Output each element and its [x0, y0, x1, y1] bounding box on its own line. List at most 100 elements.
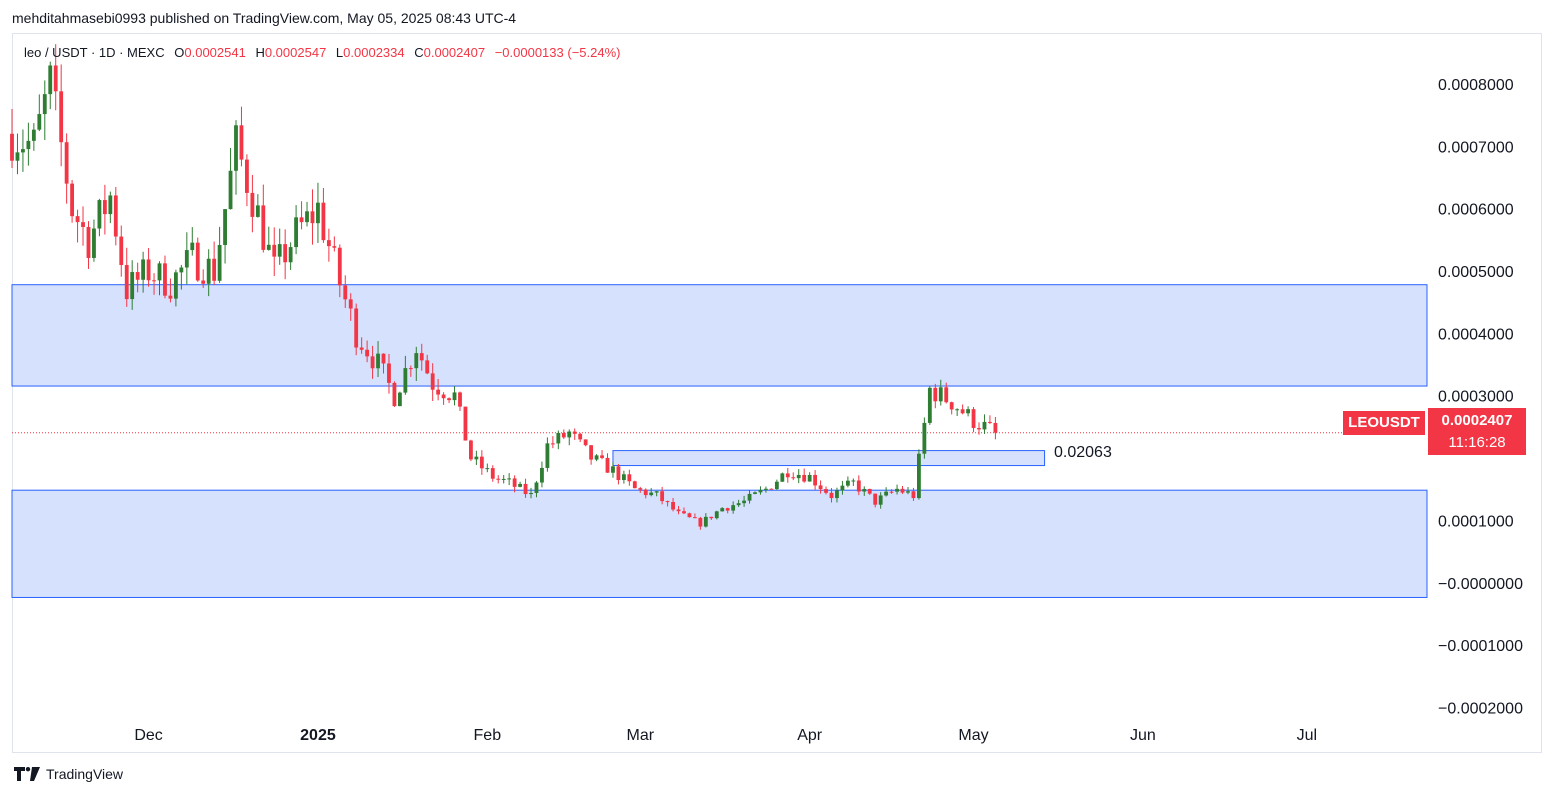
candle-body — [906, 491, 910, 493]
candle-body — [201, 280, 206, 284]
candle-body — [927, 387, 932, 423]
candle-body — [92, 228, 96, 258]
candle-body — [501, 478, 506, 480]
candle-body — [671, 501, 675, 510]
candle-body — [988, 421, 992, 423]
candle-body — [922, 422, 927, 454]
candle-body — [408, 368, 413, 370]
candle-body — [758, 489, 763, 493]
candle-body — [430, 373, 435, 390]
candle-body — [425, 360, 430, 374]
candle-body — [769, 488, 774, 490]
footer-brand[interactable]: TradingView — [14, 766, 123, 782]
candle-body — [780, 473, 785, 482]
candle-body — [387, 363, 391, 383]
candle-body — [168, 295, 173, 299]
candle-body — [53, 65, 58, 92]
candle-body — [605, 457, 610, 473]
candle-body — [436, 389, 441, 395]
y-tick-label: −0.0000000 — [1438, 576, 1523, 593]
candle-body — [840, 485, 845, 491]
candle-body — [600, 455, 604, 458]
candle-body — [206, 258, 211, 284]
candle-body — [277, 244, 282, 257]
bar-countdown: 11:16:28 — [1448, 434, 1506, 451]
candle-body — [660, 491, 665, 502]
candle-body — [26, 140, 31, 150]
candle-body — [195, 242, 200, 281]
candle-body — [146, 259, 151, 281]
candle-body — [960, 409, 965, 414]
candle-body — [376, 353, 380, 369]
candle-body — [567, 431, 572, 438]
candle-body — [665, 501, 670, 503]
high-value: 0.0002547 — [264, 45, 327, 60]
candle-body — [824, 489, 828, 493]
y-tick-label: 0.0001000 — [1438, 513, 1514, 530]
candle-body — [993, 422, 998, 433]
candle-body — [731, 505, 736, 511]
ohlc-legend: leo / USDT · 1D · MEXC O0.0002541 H0.000… — [24, 45, 620, 60]
candle-body — [889, 491, 894, 493]
candle-body — [348, 299, 353, 309]
candle-body — [654, 491, 659, 493]
candle-body — [753, 492, 757, 494]
candle-body — [829, 492, 834, 499]
tradingview-logo-icon — [14, 767, 40, 781]
x-tick-label: May — [958, 727, 988, 744]
x-tick-label: 2025 — [300, 727, 336, 744]
candle-body — [884, 491, 889, 496]
candle-body — [835, 490, 839, 499]
y-tick-label: 0.0008000 — [1438, 77, 1514, 94]
candle-body — [414, 353, 419, 369]
candle-body — [764, 488, 768, 490]
candle-body — [632, 481, 637, 489]
candle-body — [807, 474, 812, 482]
candle-body — [556, 432, 561, 444]
candle-body — [113, 195, 118, 237]
close-value: 0.0002407 — [423, 45, 486, 60]
candle-body — [31, 129, 36, 141]
candle-body — [895, 488, 899, 492]
low-value: 0.0002334 — [343, 45, 405, 60]
candle-body — [294, 217, 299, 248]
candle-body — [676, 509, 681, 512]
candle-body — [818, 485, 823, 490]
candle-body — [124, 265, 129, 300]
zone-rect-2 — [612, 450, 1046, 467]
candle-body — [736, 503, 741, 506]
open-label: O — [174, 45, 185, 60]
last-price-value: 0.0002407 — [1441, 412, 1513, 429]
candle-body — [594, 455, 599, 460]
candle-body — [288, 247, 293, 263]
candle-body — [86, 226, 91, 258]
zone-rect-0 — [11, 284, 1428, 387]
candle-body — [802, 474, 807, 482]
candle-body — [561, 432, 566, 438]
candle-body — [419, 353, 424, 361]
candle-body — [59, 91, 64, 143]
y-tick-label: −0.0002000 — [1438, 701, 1523, 718]
symbol-label[interactable]: leo / USDT · 1D · MEXC — [24, 45, 165, 60]
candle-body — [490, 468, 495, 479]
candle-body — [21, 149, 25, 153]
candle-body — [173, 272, 178, 299]
candle-body — [747, 493, 752, 501]
y-tick-label: 0.0007000 — [1438, 139, 1514, 156]
candle-body — [452, 392, 457, 401]
candle-body — [223, 209, 227, 245]
close-label: C — [414, 45, 424, 60]
candlestick-chart[interactable]: 0.0008000 0.0007000 0.0006000 0.0005000 0.00… — [0, 0, 1555, 798]
candle-body — [485, 468, 490, 470]
candle-body — [397, 392, 402, 407]
candle-body — [649, 492, 654, 496]
candle-body — [791, 477, 796, 479]
candle-body — [42, 94, 47, 115]
symbol-price-tag: LEOUSDT — [1343, 411, 1425, 435]
x-tick-label: Jul — [1297, 727, 1317, 744]
candle-body — [157, 263, 162, 281]
zone-rect-1 — [11, 489, 1428, 598]
candle-body — [48, 65, 53, 95]
candle-body — [381, 353, 386, 364]
candle-body — [332, 246, 337, 248]
